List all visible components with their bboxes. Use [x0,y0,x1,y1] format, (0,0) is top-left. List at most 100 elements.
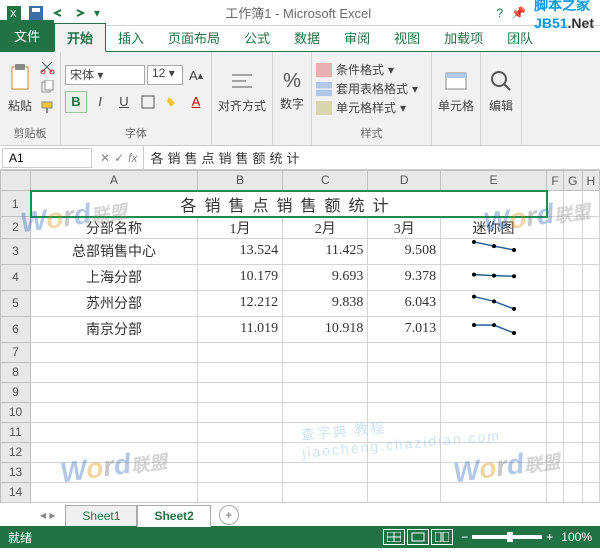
cell[interactable] [582,290,599,316]
save-icon[interactable] [28,5,44,21]
cell[interactable] [582,362,599,382]
cell[interactable] [197,482,282,502]
zoom-in-icon[interactable]: + [546,530,553,544]
col-header[interactable]: B [197,171,282,191]
cell[interactable] [564,290,583,316]
cell[interactable] [368,482,441,502]
row-header[interactable]: 14 [1,482,31,502]
header-cell[interactable]: 分部名称 [31,217,198,239]
cell[interactable] [582,442,599,462]
cell[interactable] [197,382,282,402]
cell[interactable] [441,482,547,502]
cell[interactable] [197,442,282,462]
italic-button[interactable]: I [89,91,111,113]
cell[interactable] [283,462,368,482]
row-header[interactable]: 6 [1,316,31,342]
font-color-icon[interactable]: A [185,91,207,113]
value-cell[interactable]: 11.425 [283,238,368,264]
value-cell[interactable]: 9.378 [368,264,441,290]
spreadsheet-grid[interactable]: Word联盟 Word联盟 Word联盟 Word联盟 查字典 教程jiaoch… [0,170,600,502]
cut-icon[interactable] [40,60,56,77]
formula-bar[interactable]: 各销售点销售额统计 [143,146,600,169]
number-format-button[interactable]: % 数字 [277,68,307,114]
header-cell[interactable]: 3月 [368,217,441,239]
tab-file[interactable]: 文件 [0,20,54,51]
value-cell[interactable]: 9.838 [283,290,368,316]
cell[interactable] [547,382,564,402]
tab-team[interactable]: 团队 [495,24,545,51]
cell[interactable] [31,462,198,482]
value-cell[interactable]: 10.179 [197,264,282,290]
cell[interactable] [582,191,599,217]
cell[interactable] [283,402,368,422]
cell[interactable] [564,238,583,264]
name-cell[interactable]: 总部销售中心 [31,238,198,264]
cell[interactable] [564,362,583,382]
tab-review[interactable]: 审阅 [332,24,382,51]
cell[interactable] [564,382,583,402]
cell[interactable] [547,342,564,362]
value-cell[interactable]: 9.508 [368,238,441,264]
cell[interactable] [368,342,441,362]
tab-formulas[interactable]: 公式 [232,24,282,51]
cell[interactable] [547,290,564,316]
cell[interactable] [31,482,198,502]
cell[interactable] [547,264,564,290]
underline-button[interactable]: U [113,91,135,113]
cell[interactable] [582,264,599,290]
value-cell[interactable]: 12.212 [197,290,282,316]
cell[interactable] [564,264,583,290]
tab-data[interactable]: 数据 [282,24,332,51]
cell[interactable] [564,342,583,362]
cell[interactable] [582,238,599,264]
cell[interactable] [441,402,547,422]
col-header[interactable]: E [441,171,547,191]
cell[interactable] [441,422,547,442]
col-header[interactable]: G [564,171,583,191]
row-header[interactable]: 12 [1,442,31,462]
paste-button[interactable]: 粘贴 [4,61,36,116]
cell[interactable] [197,462,282,482]
cell[interactable] [31,382,198,402]
sparkline-cell[interactable] [441,316,547,342]
row-header[interactable]: 8 [1,362,31,382]
redo-icon[interactable] [72,5,88,21]
col-header[interactable]: H [582,171,599,191]
name-box[interactable] [2,148,92,168]
help-icon[interactable]: ? [496,6,503,20]
page-break-view-icon[interactable] [431,529,453,545]
header-cell[interactable]: 1月 [197,217,282,239]
table-format-button[interactable]: 套用表格格式 ▾ [316,80,418,97]
cell[interactable] [31,422,198,442]
tab-addins[interactable]: 加载项 [432,24,495,51]
page-layout-view-icon[interactable] [407,529,429,545]
increase-font-icon[interactable]: A▴ [185,65,207,87]
cell[interactable] [283,382,368,402]
cell[interactable] [368,462,441,482]
cell[interactable] [582,382,599,402]
cell[interactable] [564,191,583,217]
row-header[interactable]: 1 [1,191,31,217]
header-cell[interactable]: 2月 [283,217,368,239]
zoom-slider[interactable]: − + [461,530,553,544]
cell[interactable] [582,482,599,502]
cell[interactable] [547,217,564,239]
tab-home[interactable]: 开始 [54,23,106,52]
cell[interactable] [283,442,368,462]
cell[interactable] [197,362,282,382]
ribbon-collapse-icon[interactable]: 📌 [511,6,526,20]
fx-cancel-icon[interactable]: ✕ [100,151,110,165]
cell[interactable] [547,462,564,482]
fx-icon[interactable]: fx [128,151,137,165]
sheet-tab-1[interactable]: Sheet1 [65,505,137,526]
cell[interactable] [547,316,564,342]
sheet-nav-icons[interactable]: ◂ ▸ [40,508,55,522]
cell[interactable] [564,316,583,342]
cell[interactable] [564,422,583,442]
cell[interactable] [547,422,564,442]
value-cell[interactable]: 11.019 [197,316,282,342]
cell-styles-button[interactable]: 单元格样式 ▾ [316,99,418,116]
cell[interactable] [368,382,441,402]
cell[interactable] [564,442,583,462]
editing-button[interactable]: 编辑 [485,65,517,116]
